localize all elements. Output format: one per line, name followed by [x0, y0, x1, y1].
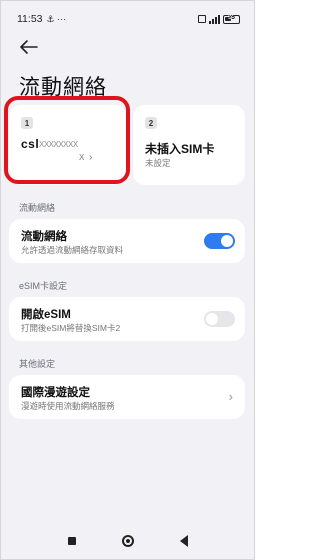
notification-icons: ⚓ ··· — [46, 13, 67, 24]
home-button[interactable] — [121, 535, 134, 547]
mobile-data-row[interactable]: 流動網絡 允許透過流動網絡存取資料 — [9, 219, 245, 263]
status-right: 35 — [198, 14, 240, 24]
sim1-masked-number: XXXXXXXX — [39, 140, 78, 149]
page-title: 流動網絡 — [19, 76, 107, 99]
esim-title: 開啟eSIM — [21, 309, 71, 321]
sim1-card[interactable]: 1 csl XXXXXXXX X › — [9, 105, 127, 185]
chevron-right-icon: › — [228, 389, 233, 404]
roaming-title: 國際漫遊設定 — [21, 387, 90, 399]
battery-icon: 35 — [223, 14, 240, 24]
status-time: 11:53 — [17, 13, 43, 25]
sim-status-icon — [198, 15, 206, 23]
sim1-carrier-name: csl — [21, 137, 40, 151]
roaming-desc: 漫遊時使用流動網絡服務 — [21, 401, 115, 411]
phone-screen: 11:53 ⚓ ··· 35 流動網絡 1 csl XXXXXXXX X › 2… — [0, 0, 255, 560]
section-label-other: 其他設定 — [19, 359, 56, 369]
toggle-knob — [221, 235, 233, 247]
recents-button[interactable] — [67, 537, 76, 545]
sim2-status: 未插入SIM卡 — [145, 142, 215, 156]
mobile-data-title: 流動網絡 — [21, 231, 67, 243]
esim-toggle[interactable] — [204, 311, 235, 327]
section-label-esim: eSIM卡設定 — [19, 281, 68, 291]
esim-desc: 打開後eSIM將替換SIM卡2 — [21, 323, 121, 333]
battery-level: 35 — [228, 14, 235, 21]
section-label-mobile-network: 流動網絡 — [19, 203, 56, 213]
back-arrow-icon[interactable] — [19, 39, 39, 55]
sim2-sub-label: 未設定 — [145, 158, 171, 168]
mobile-data-toggle[interactable] — [204, 233, 235, 249]
system-nav-bar — [1, 523, 254, 559]
sim2-card[interactable]: 2 未插入SIM卡 未設定 — [133, 105, 245, 185]
roaming-row[interactable]: 國際漫遊設定 漫遊時使用流動網絡服務 › — [9, 375, 245, 419]
status-bar: 11:53 ⚓ ··· 35 — [17, 11, 240, 27]
chevron-right-icon: › — [89, 152, 93, 163]
status-left: 11:53 ⚓ ··· — [17, 13, 66, 25]
sim1-slot-badge: 1 — [21, 117, 33, 129]
back-button[interactable] — [179, 535, 188, 547]
sim1-sub-label: X — [79, 153, 85, 162]
mobile-data-desc: 允許透過流動網絡存取資料 — [21, 245, 124, 255]
signal-icon — [209, 14, 220, 24]
esim-row[interactable]: 開啟eSIM 打開後eSIM將替換SIM卡2 — [9, 297, 245, 341]
sim2-slot-badge: 2 — [145, 117, 157, 129]
toggle-knob — [206, 313, 218, 325]
